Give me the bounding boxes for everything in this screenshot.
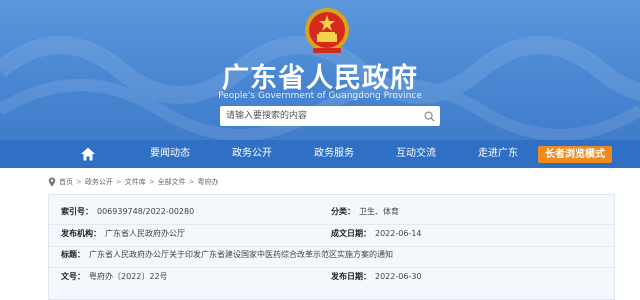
breadcrumb: 首页 > 政务公开 > 文件库 > 全部文件 > 粤府办 [48,175,219,189]
site-subtitle: People's Government of Guangdong Provinc… [218,91,422,101]
nav-item-about-guangdong[interactable]: 走进广东 [478,140,518,168]
doc-number-row: 文号： 粤府办〔2022〕22号 [61,270,168,284]
row-divider [49,246,614,247]
breadcrumb-home[interactable]: 首页 [59,177,73,187]
breadcrumb-separator: > [76,178,82,186]
title-label: 标题： [61,250,85,259]
nav-item-gov-affairs[interactable]: 政务公开 [232,140,272,168]
index-number-label: 索引号： [61,207,93,216]
elder-mode-button[interactable]: 长者浏览模式 [538,146,612,163]
written-date-label: 成文日期： [331,229,371,238]
title-row: 标题： 广东省人民政府办公厅关于印发广东省建设国家中医药综合改革示范区实施方案的通… [61,248,393,262]
written-date-row: 成文日期： 2022-06-14 [331,227,422,241]
breadcrumb-separator: > [115,178,122,186]
breadcrumb-separator: > [148,178,155,186]
category-label: 分类： [331,207,355,216]
issuer-value: 广东省人民政府办公厅 [105,229,185,238]
breadcrumb-gov-affairs[interactable]: 政务公开 [85,177,113,187]
row-divider [49,224,614,225]
doc-number-value: 粤府办〔2022〕22号 [89,272,168,281]
publish-date-row: 发布日期： 2022-06-30 [331,270,422,284]
row-divider [49,267,614,268]
doc-number-label: 文号： [61,272,85,281]
breadcrumb-separator: > [188,178,195,186]
publish-date-label: 发布日期： [331,272,371,281]
national-emblem-icon [305,8,349,53]
breadcrumb-current[interactable]: 粤府办 [198,177,219,187]
search-icon [424,111,435,122]
category-value: 卫生、体育 [359,207,399,216]
nav-item-news[interactable]: 要闻动态 [150,140,190,168]
site-banner: 广东省人民政府 People's Government of Guangdong… [0,0,640,140]
publish-date-value: 2022-06-30 [375,272,422,281]
nav-item-interaction[interactable]: 互动交流 [396,140,436,168]
nav-item-gov-services[interactable]: 政务服务 [314,140,354,168]
site-title: 广东省人民政府 [222,63,418,94]
issuer-label: 发布机构： [61,229,101,238]
search-button[interactable] [418,106,440,126]
search-box [220,106,440,126]
document-info-panel: 索引号： 006939748/2022-00280 分类： 卫生、体育 发布机构： 广… [48,194,615,300]
title-value: 广东省人民政府办公厅关于印发广东省建设国家中医药综合改革示范区实施方案的通知 [89,250,393,259]
index-number-row: 索引号： 006939748/2022-00280 [61,205,194,219]
issuer-row: 发布机构： 广东省人民政府办公厅 [61,227,185,241]
location-pin-icon [48,177,56,187]
index-number-value: 006939748/2022-00280 [97,207,195,216]
breadcrumb-file-library[interactable]: 文件库 [125,177,146,187]
home-icon[interactable] [80,146,96,162]
breadcrumb-all-files[interactable]: 全部文件 [158,177,186,187]
search-input[interactable] [220,106,416,126]
written-date-value: 2022-06-14 [375,229,422,238]
category-row: 分类： 卫生、体育 [331,205,399,219]
